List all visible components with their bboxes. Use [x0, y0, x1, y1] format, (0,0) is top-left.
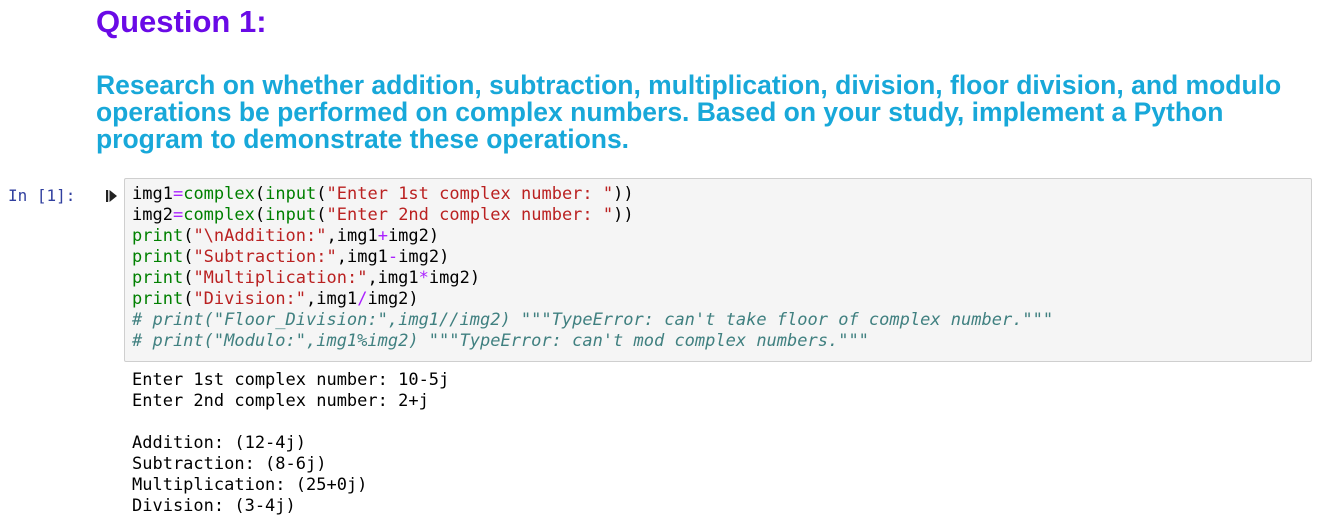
- code-token: img2): [428, 268, 481, 288]
- code-token: "Enter 2nd complex number: ": [326, 205, 614, 225]
- code-token: input: [265, 205, 317, 225]
- code-token: ,img1: [306, 289, 358, 309]
- output-line: Division: (3-4j): [132, 496, 296, 516]
- code-token: (: [183, 226, 194, 246]
- code-token: (: [254, 205, 266, 225]
- code-token: img2): [387, 226, 440, 246]
- code-token: ,img1: [367, 268, 419, 288]
- input-prompt: In [1]:: [8, 186, 76, 205]
- code-editor[interactable]: img1=complex(input("Enter 1st complex nu…: [132, 184, 1053, 352]
- code-token: # print("Floor_Division:",img1//img2) ""…: [132, 310, 1054, 330]
- code-token: =: [172, 205, 184, 225]
- code-token: =: [172, 184, 184, 204]
- code-token: print: [132, 226, 184, 246]
- code-line: img1=complex(input("Enter 1st complex nu…: [132, 184, 1053, 205]
- code-token: img2): [367, 289, 419, 309]
- code-line: print("Division:",img1/img2): [132, 289, 1053, 310]
- code-token: "Division:": [193, 289, 307, 309]
- code-token: ,img1: [326, 226, 378, 246]
- code-token: (: [183, 289, 194, 309]
- code-token: (: [316, 184, 327, 204]
- code-token: input: [265, 184, 317, 204]
- code-token: complex: [183, 184, 255, 204]
- code-line: print("\nAddition:",img1+img2): [132, 226, 1053, 247]
- code-token: )): [613, 184, 634, 204]
- code-token: +: [377, 226, 388, 246]
- code-token: img2: [132, 205, 173, 225]
- question-text: Research on whether addition, subtractio…: [96, 70, 1282, 154]
- code-token: print: [132, 268, 184, 288]
- output-line: Addition: (12-4j): [132, 433, 306, 453]
- code-line: img2=complex(input("Enter 2nd complex nu…: [132, 205, 1053, 226]
- cell-output: Enter 1st complex number: 10-5j Enter 2nd…: [132, 370, 449, 517]
- question-heading: Question 1:: [96, 4, 267, 39]
- code-token: (: [316, 205, 327, 225]
- code-token: (: [183, 247, 194, 267]
- output-line: Enter 1st complex number: 10-5j: [132, 370, 450, 390]
- code-input-area[interactable]: img1=complex(input("Enter 1st complex nu…: [124, 178, 1312, 362]
- output-line: Subtraction: (8-6j): [132, 454, 327, 474]
- code-token: )): [613, 205, 634, 225]
- code-line: print("Subtraction:",img1-img2): [132, 247, 1053, 268]
- code-token: (: [183, 268, 194, 288]
- code-line: # print("Modulo:",img1%img2) """TypeErro…: [132, 331, 1053, 352]
- code-token: "Enter 1st complex number: ": [326, 184, 614, 204]
- output-line: Enter 2nd complex number: 2+j: [132, 391, 429, 411]
- code-token: "\nAddition:": [193, 226, 327, 246]
- code-token: (: [254, 184, 266, 204]
- code-token: -: [387, 247, 399, 267]
- code-token: print: [132, 289, 184, 309]
- code-token: complex: [183, 205, 255, 225]
- code-token: img1: [132, 184, 173, 204]
- code-token: print: [132, 247, 184, 267]
- code-token: "Multiplication:": [193, 268, 368, 288]
- code-token: ,img1: [336, 247, 388, 267]
- code-token: "Subtraction:": [193, 247, 337, 267]
- code-line: print("Multiplication:",img1*img2): [132, 268, 1053, 289]
- run-step-icon[interactable]: [104, 188, 120, 204]
- code-token: *: [418, 268, 429, 288]
- code-token: img2): [398, 247, 450, 267]
- output-line: Multiplication: (25+0j): [132, 475, 368, 495]
- code-line: # print("Floor_Division:",img1//img2) ""…: [132, 310, 1053, 331]
- code-token: # print("Modulo:",img1%img2) """TypeErro…: [132, 331, 869, 351]
- code-token: /: [357, 289, 368, 309]
